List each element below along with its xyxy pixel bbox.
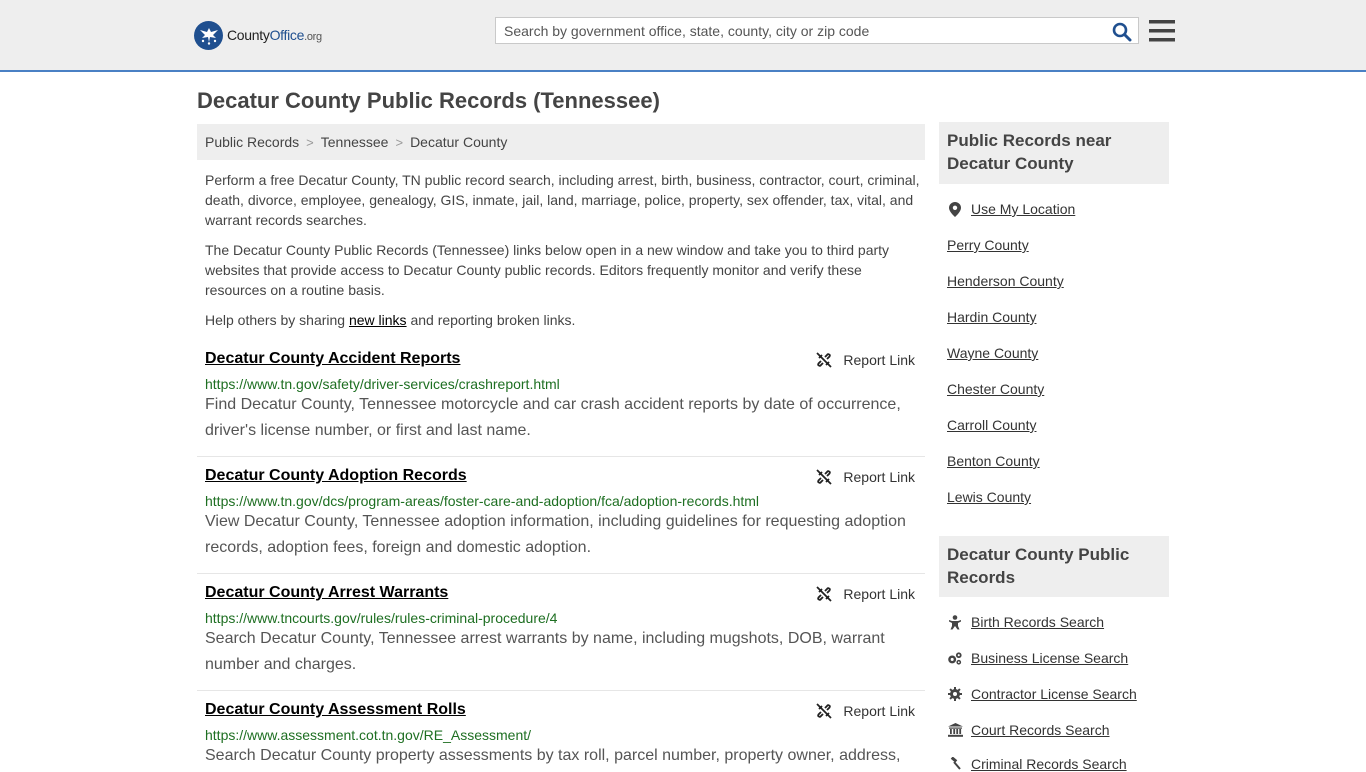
use-my-location-item[interactable]: Use My Location	[947, 201, 1075, 217]
report-link-button[interactable]: Report Link	[816, 469, 915, 485]
county-records-heading: Decatur County Public Records	[939, 536, 1169, 597]
record-title-link[interactable]: Decatur County Adoption Records	[205, 467, 467, 485]
record-item: Decatur County Accident Reports Report L…	[197, 350, 925, 457]
record-item: Decatur County Adoption Records Report L…	[197, 467, 925, 574]
breadcrumb-separator: >	[395, 134, 404, 150]
report-link-button[interactable]: Report Link	[816, 586, 915, 602]
search-icon[interactable]	[1112, 22, 1132, 42]
breadcrumb: Public Records > Tennessee > Decatur Cou…	[197, 124, 925, 160]
broken-link-icon	[816, 586, 833, 602]
search-bar	[495, 17, 1139, 44]
use-my-location-link[interactable]: Use My Location	[971, 201, 1075, 217]
breadcrumb-tennessee[interactable]: Tennessee	[321, 134, 389, 150]
breadcrumb-current: Decatur County	[410, 134, 508, 150]
nearby-county-link[interactable]: Benton County	[947, 453, 1040, 469]
report-link-label: Report Link	[843, 586, 915, 602]
location-pin-icon	[947, 201, 963, 217]
record-url: https://www.tn.gov/safety/driver-service…	[205, 376, 560, 392]
sidebar-link-court-records[interactable]: Court Records Search	[947, 722, 1110, 738]
record-description: View Decatur County, Tennessee adoption …	[205, 513, 906, 556]
nearby-county-link[interactable]: Chester County	[947, 381, 1044, 397]
search-input[interactable]	[496, 18, 1104, 43]
nearby-records-heading: Public Records near Decatur County	[939, 122, 1169, 184]
nearby-county-link[interactable]: Lewis County	[947, 489, 1031, 505]
sidebar-link-label[interactable]: Court Records Search	[971, 722, 1110, 738]
top-bar: CountyOffice.org	[0, 0, 1366, 72]
help-text: and reporting broken links.	[406, 312, 576, 328]
sidebar-link-label[interactable]: Contractor License Search	[971, 686, 1137, 702]
gears-icon	[947, 650, 963, 666]
report-link-label: Report Link	[843, 703, 915, 719]
broken-link-icon	[816, 352, 833, 368]
record-url: https://www.tncourts.gov/rules/rules-cri…	[205, 610, 558, 626]
sidebar-link-label[interactable]: Criminal Records Search	[971, 756, 1127, 772]
record-item: Decatur County Assessment Rolls Report L…	[197, 701, 925, 768]
record-description: Search Decatur County, Tennessee arrest …	[205, 630, 885, 673]
new-links-link[interactable]: new links	[349, 312, 407, 328]
gavel-icon	[947, 756, 963, 772]
report-link-button[interactable]: Report Link	[816, 703, 915, 719]
gear-icon	[947, 686, 963, 702]
nearby-county-link[interactable]: Carroll County	[947, 417, 1036, 433]
broken-link-icon	[816, 469, 833, 485]
logo-text: CountyOffice.org	[227, 27, 322, 43]
record-description: Find Decatur County, Tennessee motorcycl…	[205, 396, 901, 439]
sidebar-link-birth-records[interactable]: Birth Records Search	[947, 614, 1104, 630]
nearby-county-item[interactable]: Carroll County	[947, 417, 1036, 433]
sidebar-link-business-license[interactable]: Business License Search	[947, 650, 1128, 666]
record-title-link[interactable]: Decatur County Arrest Warrants	[205, 584, 448, 602]
eagle-logo-icon	[194, 20, 223, 50]
sidebar-link-label[interactable]: Business License Search	[971, 650, 1128, 666]
nearby-county-item[interactable]: Henderson County	[947, 273, 1064, 289]
report-link-button[interactable]: Report Link	[816, 352, 915, 368]
nearby-county-item[interactable]: Perry County	[947, 237, 1029, 253]
record-title-link[interactable]: Decatur County Accident Reports	[205, 350, 460, 368]
nearby-county-link[interactable]: Henderson County	[947, 273, 1064, 289]
nearby-county-item[interactable]: Lewis County	[947, 489, 1031, 505]
nearby-county-item[interactable]: Chester County	[947, 381, 1044, 397]
nearby-county-item[interactable]: Wayne County	[947, 345, 1038, 361]
sidebar-link-label[interactable]: Birth Records Search	[971, 614, 1104, 630]
record-url: https://www.assessment.cot.tn.gov/RE_Ass…	[205, 727, 532, 743]
breadcrumb-public-records[interactable]: Public Records	[205, 134, 299, 150]
nearby-county-item[interactable]: Hardin County	[947, 309, 1037, 325]
record-description: Search Decatur County property assessmen…	[205, 747, 901, 764]
intro-paragraph: Perform a free Decatur County, TN public…	[205, 172, 920, 228]
nearby-county-item[interactable]: Benton County	[947, 453, 1040, 469]
sidebar-link-contractor-license[interactable]: Contractor License Search	[947, 686, 1137, 702]
breadcrumb-separator: >	[306, 134, 314, 150]
hamburger-menu-icon[interactable]	[1149, 19, 1175, 43]
disclaimer-paragraph: The Decatur County Public Records (Tenne…	[205, 242, 890, 298]
record-url: https://www.tn.gov/dcs/program-areas/fos…	[205, 493, 760, 509]
nearby-county-link[interactable]: Wayne County	[947, 345, 1038, 361]
help-paragraph: Help others by sharing new links and rep…	[205, 310, 920, 330]
baby-icon	[947, 614, 963, 630]
report-link-label: Report Link	[843, 469, 915, 485]
nearby-county-link[interactable]: Perry County	[947, 237, 1029, 253]
site-logo[interactable]: CountyOffice.org	[194, 20, 322, 50]
courthouse-icon	[947, 722, 963, 738]
nearby-county-link[interactable]: Hardin County	[947, 309, 1037, 325]
page-title: Decatur County Public Records (Tennessee…	[197, 88, 660, 113]
help-text: Help others by sharing	[205, 312, 349, 328]
sidebar-link-criminal-records[interactable]: Criminal Records Search	[947, 756, 1127, 772]
broken-link-icon	[816, 703, 833, 719]
record-title-link[interactable]: Decatur County Assessment Rolls	[205, 701, 466, 719]
report-link-label: Report Link	[843, 352, 915, 368]
record-item: Decatur County Arrest Warrants Report Li…	[197, 584, 925, 691]
